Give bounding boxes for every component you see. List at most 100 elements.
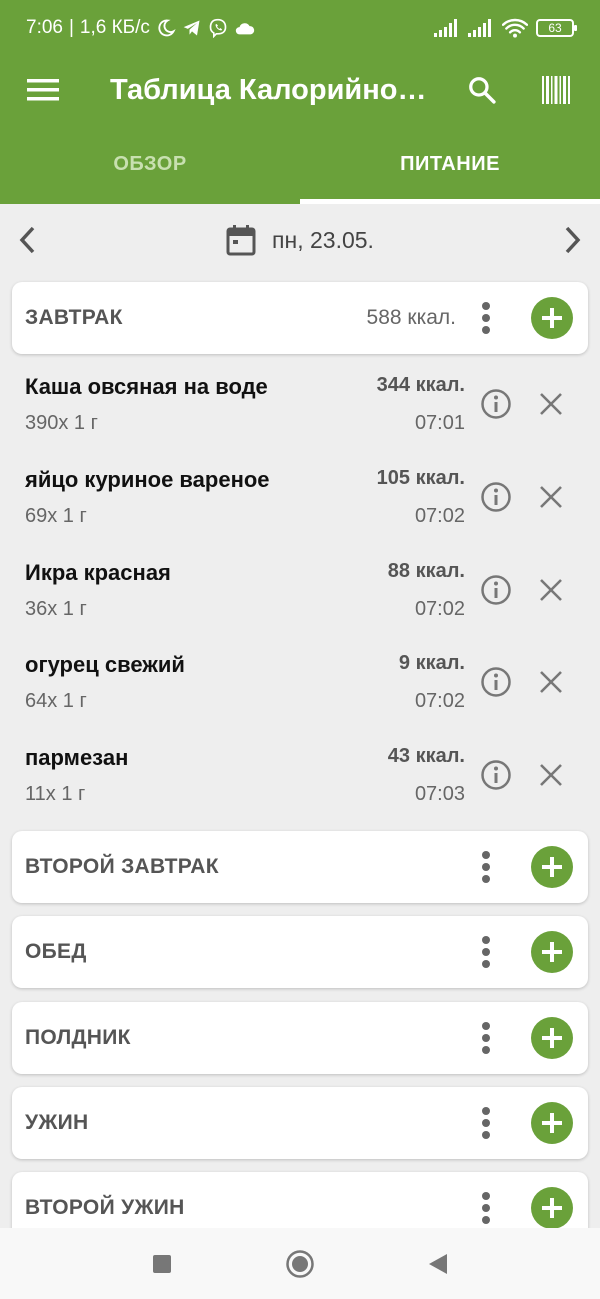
page-title: Таблица Калорийно…: [110, 73, 427, 106]
food-time: 07:02: [414, 598, 465, 620]
barcode-button[interactable]: [524, 56, 588, 124]
food-time: 07:01: [414, 412, 465, 434]
food-name: пармезан: [25, 745, 129, 770]
food-info-button[interactable]: [476, 662, 516, 702]
meal-card-lunch: ОБЕД: [12, 916, 588, 988]
food-info-button[interactable]: [476, 755, 516, 795]
meal-name: ВТОРОЙ УЖИН: [25, 1196, 185, 1219]
menu-button[interactable]: [0, 56, 86, 124]
add-food-button[interactable]: [516, 282, 588, 354]
meal-card-second-breakfast: ВТОРОЙ ЗАВТРАК: [12, 831, 588, 903]
more-vert-icon: [482, 1022, 490, 1054]
date-picker[interactable]: пн, 23.05.: [56, 224, 544, 256]
system-nav-bar: [0, 1228, 600, 1299]
close-icon: [540, 393, 562, 415]
info-icon: [481, 482, 511, 512]
search-button[interactable]: [450, 56, 514, 124]
plus-icon: [542, 1028, 562, 1048]
meal-options-button[interactable]: [456, 1087, 516, 1159]
food-kcal: 344 ккал.: [376, 374, 465, 396]
home-button[interactable]: [231, 1228, 369, 1299]
food-kcal: 88 ккал.: [387, 560, 465, 582]
food-name: Каша овсяная на воде: [25, 374, 268, 399]
food-delete-button[interactable]: [531, 662, 571, 702]
calendar-icon: [226, 225, 256, 256]
moon-icon: [158, 19, 176, 37]
info-icon: [481, 760, 511, 790]
food-portion: 64x 1 г: [25, 690, 87, 712]
meal-options-button[interactable]: [456, 1002, 516, 1074]
food-delete-button[interactable]: [531, 570, 571, 610]
chevron-right-icon: [565, 226, 581, 254]
battery-level: 63: [548, 21, 562, 35]
meal-options-button[interactable]: [456, 282, 516, 354]
tab-bar: ОБЗОР ПИТАНИЕ: [0, 124, 600, 204]
food-item[interactable]: яйцо куриное вареное 69x 1 г 105 ккал. 0…: [0, 455, 600, 548]
food-kcal: 105 ккал.: [376, 467, 465, 489]
food-item[interactable]: огурец свежий 64x 1 г 9 ккал. 07:02: [0, 640, 600, 733]
meal-name: ВТОРОЙ ЗАВТРАК: [25, 855, 219, 878]
food-time: 07:02: [414, 690, 465, 712]
plus-icon: [542, 942, 562, 962]
meal-name: ОБЕД: [25, 940, 87, 963]
food-info-button[interactable]: [476, 384, 516, 424]
meal-name: ПОЛДНИК: [25, 1026, 131, 1049]
status-bar: 7:06 | 1,6 КБ/с 63: [0, 0, 600, 56]
back-triangle-icon: [429, 1253, 447, 1274]
food-portion: 36x 1 г: [25, 598, 87, 620]
info-icon: [481, 575, 511, 605]
meal-kcal: 588 ккал.: [366, 306, 456, 329]
previous-day-button[interactable]: [0, 204, 56, 276]
recents-button[interactable]: [93, 1228, 231, 1299]
food-kcal: 43 ккал.: [387, 745, 465, 767]
viber-icon: [209, 18, 227, 38]
meal-options-button[interactable]: [456, 916, 516, 988]
food-portion: 390x 1 г: [25, 412, 98, 434]
tab-overview[interactable]: ОБЗОР: [0, 124, 300, 204]
food-item[interactable]: Икра красная 36x 1 г 88 ккал. 07:02: [0, 548, 600, 641]
more-vert-icon: [482, 1192, 490, 1224]
telegram-icon: [183, 20, 200, 36]
meal-card-afternoon-snack: ПОЛДНИК: [12, 1002, 588, 1074]
meal-card-dinner: УЖИН: [12, 1087, 588, 1159]
food-info-button[interactable]: [476, 570, 516, 610]
plus-icon: [542, 857, 562, 877]
add-food-button[interactable]: [516, 831, 588, 903]
meal-options-button[interactable]: [456, 831, 516, 903]
food-name: яйцо куриное вареное: [25, 467, 270, 492]
food-time: 07:03: [414, 783, 465, 805]
square-icon: [153, 1254, 171, 1273]
close-icon: [540, 486, 562, 508]
food-delete-button[interactable]: [531, 477, 571, 517]
date-selector: пн, 23.05.: [0, 204, 600, 276]
chevron-left-icon: [19, 226, 35, 254]
info-icon: [481, 389, 511, 419]
food-delete-button[interactable]: [531, 755, 571, 795]
food-item[interactable]: пармезан 11x 1 г 43 ккал. 07:03: [0, 733, 600, 826]
plus-icon: [542, 1113, 562, 1133]
close-icon: [540, 671, 562, 693]
food-name: огурец свежий: [25, 652, 185, 677]
food-item[interactable]: Каша овсяная на воде 390x 1 г 344 ккал. …: [0, 362, 600, 455]
tab-nutrition[interactable]: ПИТАНИЕ: [300, 124, 600, 204]
info-icon: [481, 667, 511, 697]
close-icon: [540, 764, 562, 786]
signal-icon: [434, 19, 457, 37]
plus-icon: [542, 1198, 562, 1218]
add-food-button[interactable]: [516, 1002, 588, 1074]
food-kcal: 9 ккал.: [398, 652, 465, 674]
more-vert-icon: [482, 936, 490, 968]
meal-name: ЗАВТРАК: [25, 306, 123, 329]
food-info-button[interactable]: [476, 477, 516, 517]
meal-card-breakfast: ЗАВТРАК 588 ккал.: [12, 282, 588, 354]
food-delete-button[interactable]: [531, 384, 571, 424]
back-button[interactable]: [369, 1228, 507, 1299]
status-time: 7:06: [26, 17, 63, 38]
add-food-button[interactable]: [516, 916, 588, 988]
more-vert-icon: [482, 302, 490, 334]
app-bar: Таблица Калорийно…: [0, 56, 600, 124]
food-portion: 11x 1 г: [25, 783, 86, 805]
next-day-button[interactable]: [544, 204, 600, 276]
add-food-button[interactable]: [516, 1087, 588, 1159]
battery-icon: 63: [536, 19, 577, 37]
